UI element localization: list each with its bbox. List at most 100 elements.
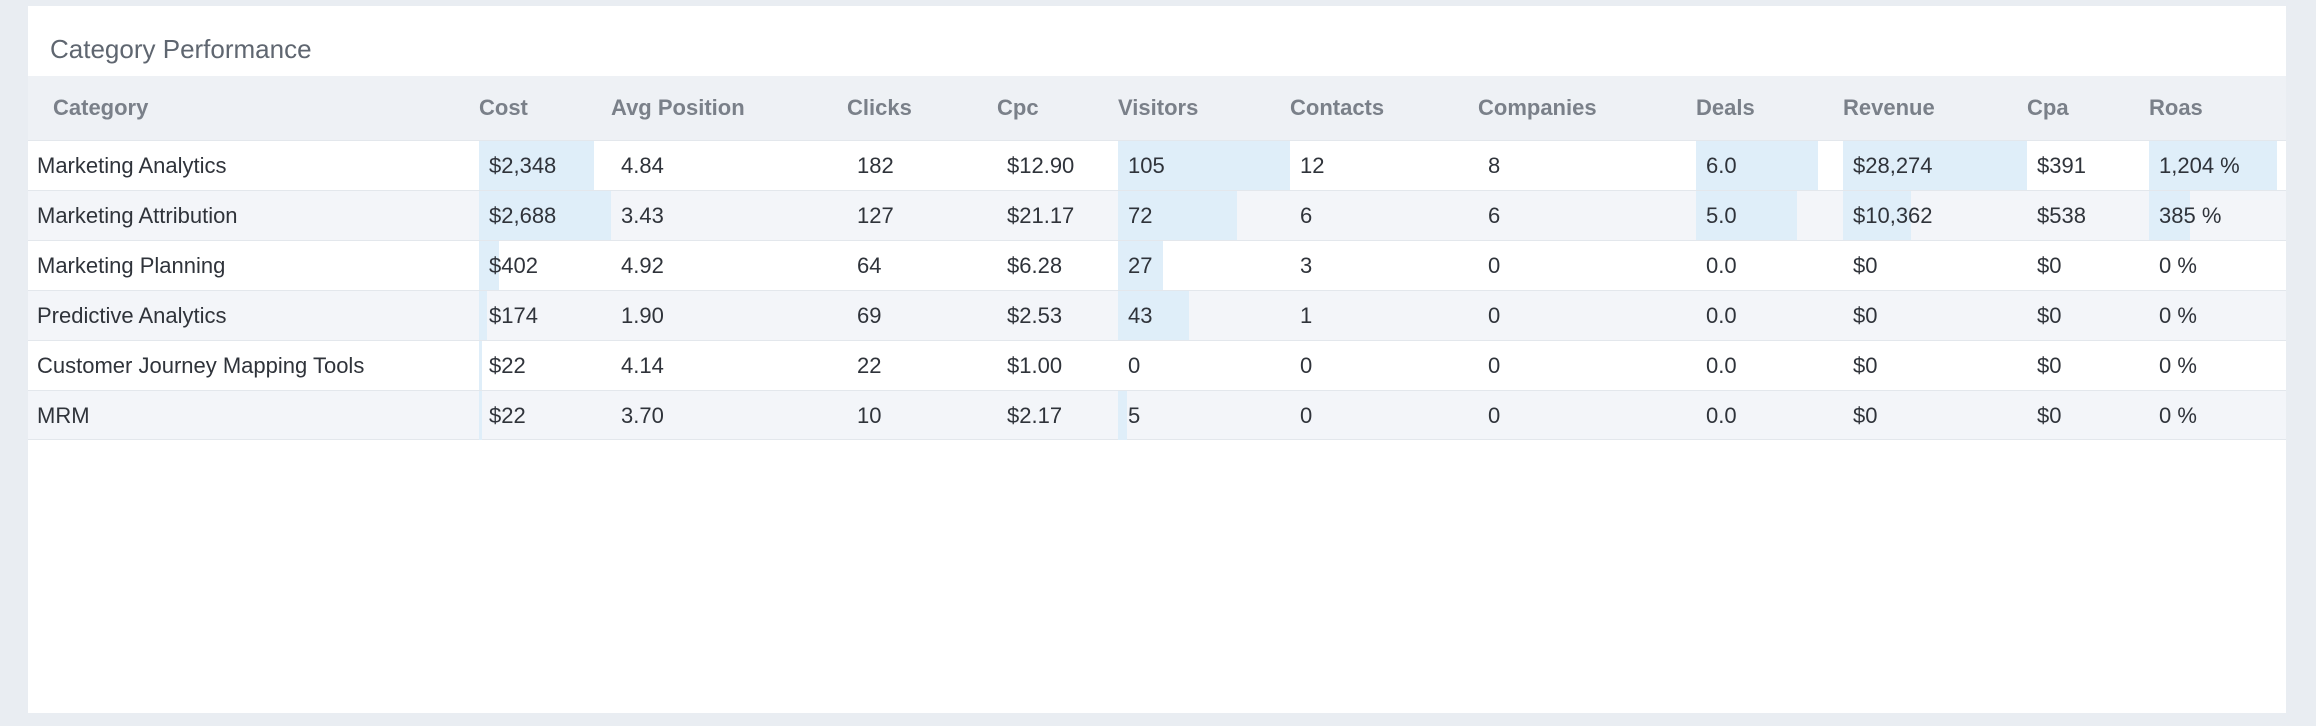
cell-value: $2,348 xyxy=(489,153,557,178)
column-header-cost[interactable]: Cost xyxy=(479,76,528,140)
cell-visitors: 27 xyxy=(1118,241,1290,290)
column-header-contacts[interactable]: Contacts xyxy=(1290,76,1384,140)
cell-roas: 1,204 % xyxy=(2149,141,2286,190)
cell-value: Marketing Attribution xyxy=(37,203,238,228)
cell-deals: 0.0 xyxy=(1696,341,1843,390)
cell-value: Marketing Analytics xyxy=(37,153,227,178)
cell-deals: 0.0 xyxy=(1696,241,1843,290)
cell-value: $2,688 xyxy=(489,203,557,228)
cell-clicks: 69 xyxy=(847,291,997,340)
cell-category: Predictive Analytics xyxy=(28,291,479,340)
cell-value: 5 xyxy=(1128,403,1141,428)
cell-cpc: $2.53 xyxy=(997,291,1118,340)
cell-value: 10 xyxy=(857,403,882,428)
column-header-companies[interactable]: Companies xyxy=(1478,76,1597,140)
table-header: Category Cost Avg Position Clicks Cpc Vi… xyxy=(28,76,2286,140)
cell-roas: 0 % xyxy=(2149,341,2286,390)
cell-value: $402 xyxy=(489,253,538,278)
cell-avg-position: 4.84 xyxy=(611,141,847,190)
cell-roas: 385 % xyxy=(2149,191,2286,240)
cell-value: $0 xyxy=(2037,253,2062,278)
cell-value: 0.0 xyxy=(1706,253,1737,278)
column-header-cpc[interactable]: Cpc xyxy=(997,76,1039,140)
cell-category: Marketing Planning xyxy=(28,241,479,290)
column-header-roas[interactable]: Roas xyxy=(2149,76,2203,140)
cell-companies: 0 xyxy=(1478,341,1696,390)
cell-avg-position: 4.92 xyxy=(611,241,847,290)
cell-companies: 0 xyxy=(1478,291,1696,340)
cell-cost: $2,348 xyxy=(479,141,611,190)
cell-value: 0.0 xyxy=(1706,403,1737,428)
table-row[interactable]: Marketing Planning $402 4.92 64 $6.28 27 3 0 0.0… xyxy=(28,240,2286,290)
cell-avg-position: 4.14 xyxy=(611,341,847,390)
cell-clicks: 10 xyxy=(847,391,997,440)
cell-value: $391 xyxy=(2037,153,2086,178)
cell-cpc: $1.00 xyxy=(997,341,1118,390)
column-header-avg-position[interactable]: Avg Position xyxy=(611,76,745,140)
cell-value: $6.28 xyxy=(1007,253,1063,278)
cell-avg-position: 1.90 xyxy=(611,291,847,340)
cell-roas: 0 % xyxy=(2149,241,2286,290)
cell-value: 182 xyxy=(857,153,894,178)
cell-value: 105 xyxy=(1128,153,1165,178)
cell-revenue: $10,362 xyxy=(1843,191,2027,240)
cell-value: $12.90 xyxy=(1007,153,1075,178)
column-header-clicks[interactable]: Clicks xyxy=(847,76,912,140)
cell-value: 64 xyxy=(857,253,882,278)
cell-value: 4.92 xyxy=(621,253,664,278)
cell-value: 69 xyxy=(857,303,882,328)
cell-category: MRM xyxy=(28,391,479,440)
cell-value: 127 xyxy=(857,203,894,228)
cell-avg-position: 3.70 xyxy=(611,391,847,440)
column-header-category[interactable]: Category xyxy=(53,76,148,140)
cell-cost: $174 xyxy=(479,291,611,340)
cell-contacts: 3 xyxy=(1290,241,1478,290)
cell-deals: 5.0 xyxy=(1696,191,1843,240)
performance-table: Category Cost Avg Position Clicks Cpc Vi… xyxy=(28,76,2286,440)
cell-cpc: $6.28 xyxy=(997,241,1118,290)
cell-value: 12 xyxy=(1300,153,1325,178)
table-row[interactable]: Customer Journey Mapping Tools $22 4.14 22 $… xyxy=(28,340,2286,390)
column-header-revenue[interactable]: Revenue xyxy=(1843,76,1935,140)
cell-value: 72 xyxy=(1128,203,1153,228)
cell-value: 0 xyxy=(1128,353,1141,378)
cell-value: 8 xyxy=(1488,153,1501,178)
cell-value: 27 xyxy=(1128,253,1153,278)
table-row[interactable]: Marketing Attribution $2,688 3.43 127 $21.17… xyxy=(28,190,2286,240)
cell-contacts: 6 xyxy=(1290,191,1478,240)
table-row[interactable]: Predictive Analytics $174 1.90 69 $2.53 43 1 0 0… xyxy=(28,290,2286,340)
cell-cost: $402 xyxy=(479,241,611,290)
cell-value: $538 xyxy=(2037,203,2086,228)
cell-cpc: $2.17 xyxy=(997,391,1118,440)
cell-category: Marketing Attribution xyxy=(28,191,479,240)
cell-clicks: 22 xyxy=(847,341,997,390)
cell-value: 385 % xyxy=(2159,203,2222,228)
cell-visitors: 72 xyxy=(1118,191,1290,240)
cell-value: Customer Journey Mapping Tools xyxy=(37,353,365,378)
cell-value: 3.43 xyxy=(621,203,664,228)
cell-companies: 6 xyxy=(1478,191,1696,240)
cell-value: 0.0 xyxy=(1706,353,1737,378)
table-row[interactable]: Marketing Analytics $2,348 4.84 182 $12.90 10… xyxy=(28,140,2286,190)
cell-value: 0.0 xyxy=(1706,303,1737,328)
cell-value: 0 xyxy=(1300,403,1313,428)
cell-value: 0 % xyxy=(2159,303,2197,328)
cell-value: MRM xyxy=(37,403,90,428)
table-row[interactable]: MRM $22 3.70 10 $2.17 5 0 0 0.0 $0 $0 0 % xyxy=(28,390,2286,440)
cell-value: 0 % xyxy=(2159,253,2197,278)
column-header-cpa[interactable]: Cpa xyxy=(2027,76,2069,140)
column-header-deals[interactable]: Deals xyxy=(1696,76,1755,140)
column-header-visitors[interactable]: Visitors xyxy=(1118,76,1198,140)
cell-cpa: $0 xyxy=(2027,241,2149,290)
cell-cost: $22 xyxy=(479,391,611,440)
cell-value: 6 xyxy=(1300,203,1313,228)
cell-value: 0 xyxy=(1488,403,1501,428)
cell-value: $0 xyxy=(2037,353,2062,378)
cell-contacts: 1 xyxy=(1290,291,1478,340)
cell-visitors: 0 xyxy=(1118,341,1290,390)
cell-deals: 6.0 xyxy=(1696,141,1843,190)
cell-value: 22 xyxy=(857,353,882,378)
cell-value: $0 xyxy=(2037,303,2062,328)
cell-visitors: 105 xyxy=(1118,141,1290,190)
cell-value: $0 xyxy=(1853,303,1878,328)
